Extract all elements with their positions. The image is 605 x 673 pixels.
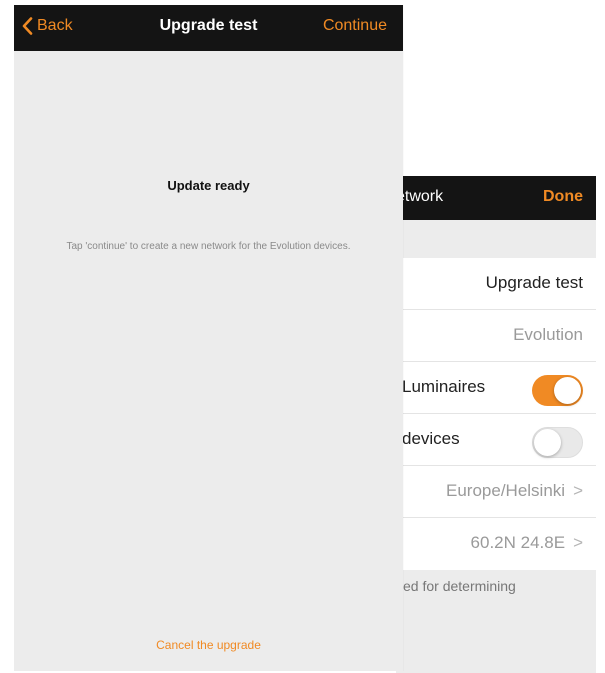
network-settings-nav-bar: etwork Done [396,176,596,220]
devices-row: devices [396,414,596,466]
luminaires-label: Luminaires [402,377,486,396]
continue-button[interactable]: Continue [323,17,387,35]
toggle-knob [554,377,581,404]
location-row[interactable]: 60.2N 24.8E > [396,518,596,570]
location-value: 60.2N 24.8E [470,533,566,552]
cancel-upgrade-button[interactable]: Cancel the upgrade [14,638,403,652]
network-type-value: Evolution [513,325,583,344]
luminaires-toggle[interactable] [532,375,583,406]
network-settings-screen: etwork Done Upgrade test Evolution Lumin… [396,176,596,673]
luminaires-row: Luminaires [396,362,596,414]
location-value-wrap: 60.2N 24.8E > [471,533,583,553]
canvas: etwork Done Upgrade test Evolution Lumin… [0,0,605,673]
upgrade-screen: Back Upgrade test Continue Update ready … [14,5,403,671]
done-button[interactable]: Done [543,188,583,206]
timezone-value: Europe/Helsinki [446,481,566,500]
update-ready-heading: Update ready [167,178,250,193]
location-footnote: sed for determining [396,578,516,594]
update-description: Tap 'continue' to create a new network f… [66,241,351,252]
chevron-right-icon: > [573,481,583,500]
chevron-right-icon: > [573,533,583,552]
devices-label: devices [402,429,460,448]
upgrade-nav-bar: Back Upgrade test Continue [14,5,403,51]
timezone-row[interactable]: Europe/Helsinki > [396,466,596,518]
settings-list: Upgrade test Evolution Luminaires device… [396,258,596,570]
network-type-row[interactable]: Evolution [396,310,596,362]
toggle-knob [534,429,561,456]
network-name-row[interactable]: Upgrade test [396,258,596,310]
network-name-value: Upgrade test [485,273,583,292]
timezone-value-wrap: Europe/Helsinki > [446,481,583,501]
network-settings-title: etwork [396,188,444,205]
devices-toggle[interactable] [532,427,583,458]
